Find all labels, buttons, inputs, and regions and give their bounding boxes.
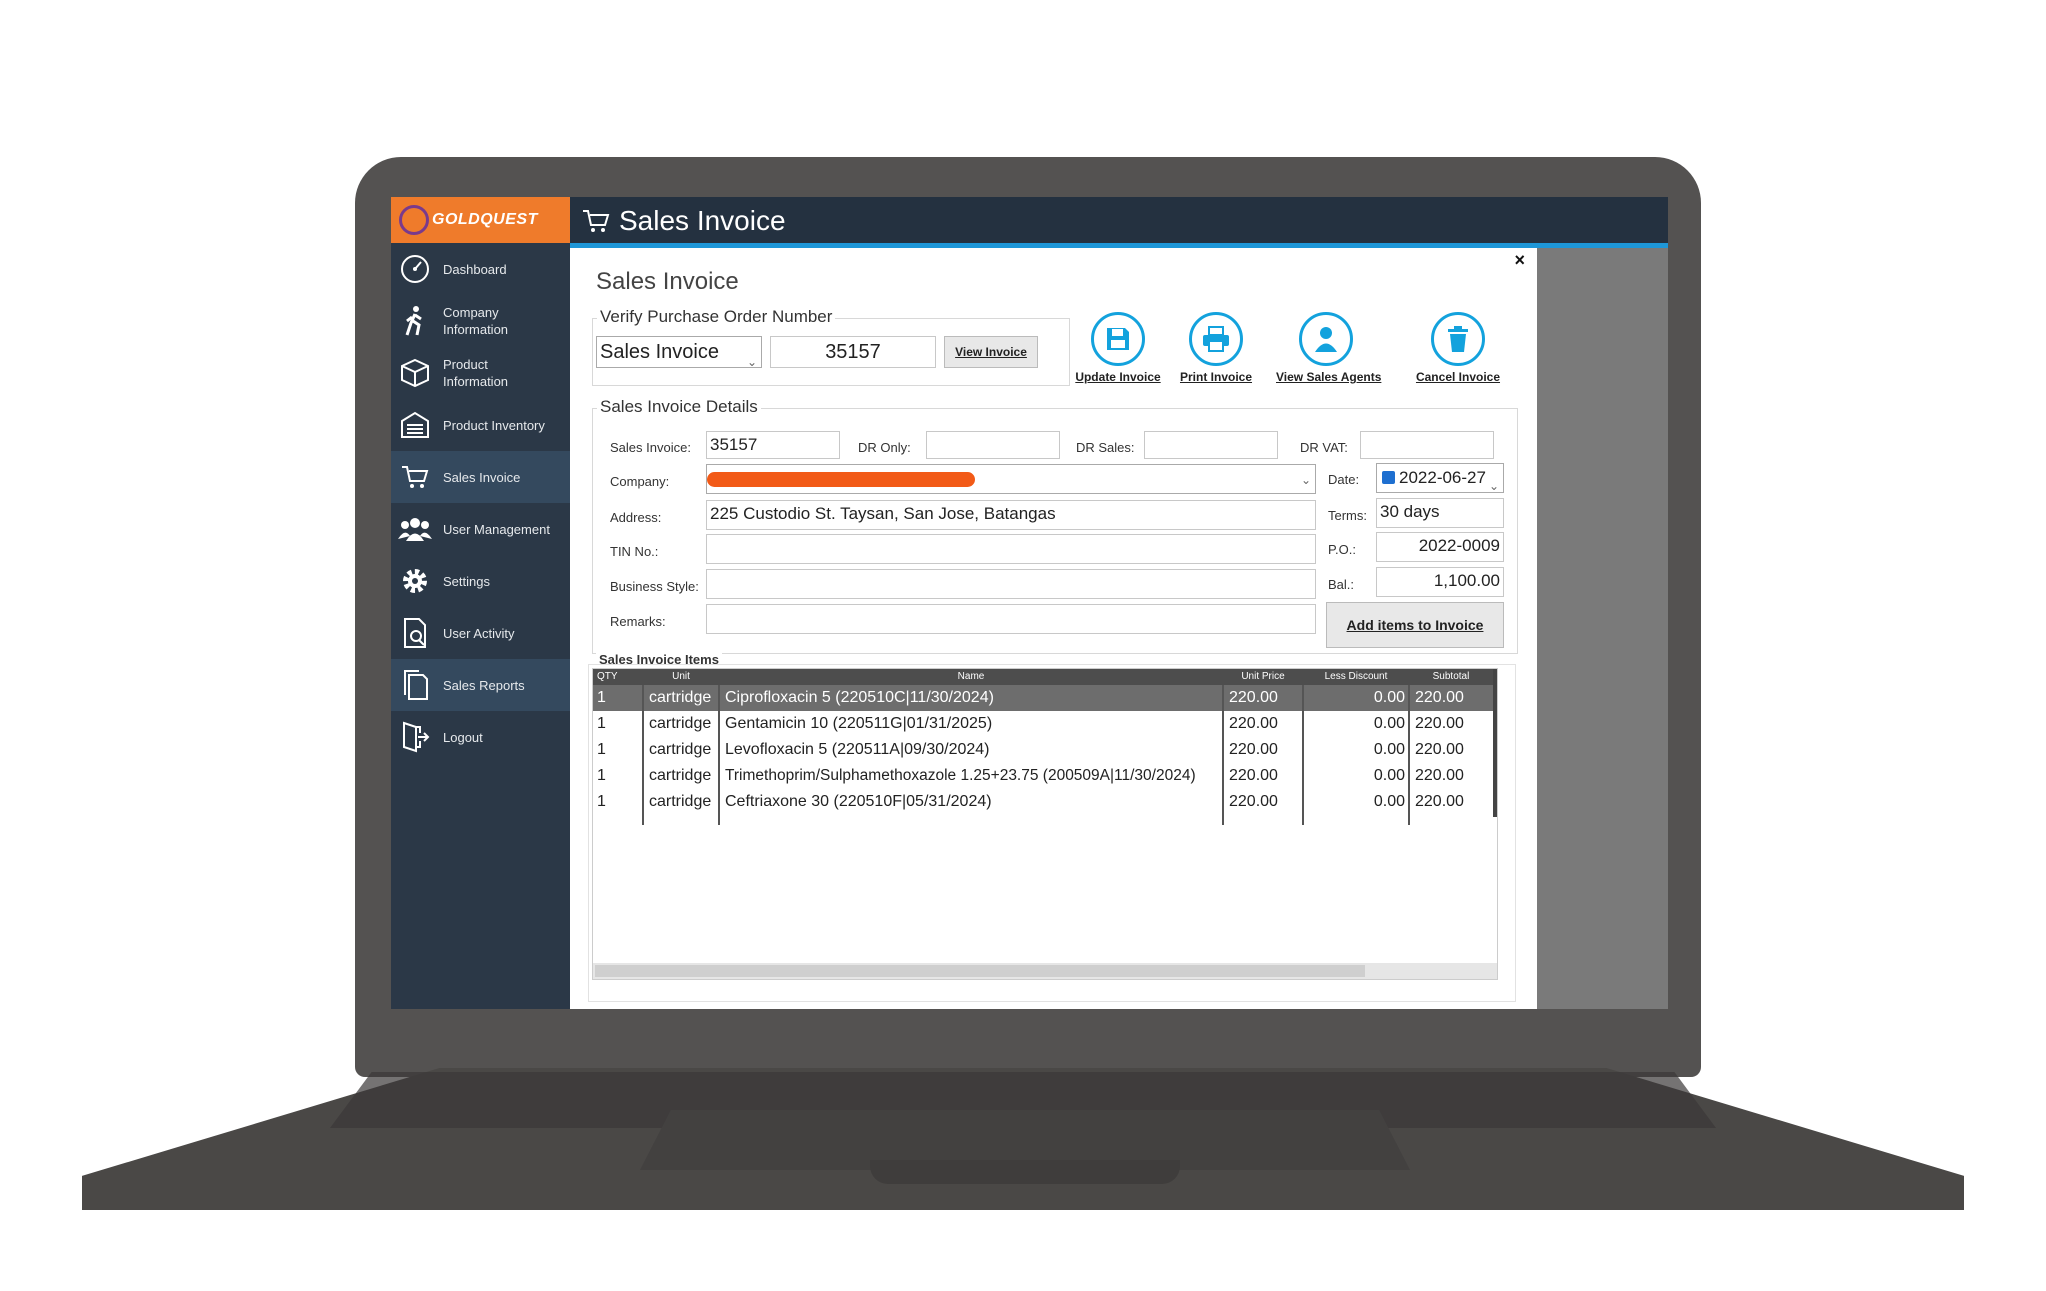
- sidebar-item-label: Product Inventory: [443, 417, 545, 433]
- bal-label: Bal.:: [1328, 577, 1355, 592]
- invoice-type-value: Sales Invoice: [600, 341, 719, 363]
- laptop-notch: [870, 1160, 1180, 1184]
- sales-invoice-label: Sales Invoice:: [610, 440, 691, 455]
- save-icon: [1091, 312, 1145, 366]
- cart-icon: [397, 459, 433, 495]
- chevron-down-icon: ⌄: [1300, 473, 1311, 487]
- sidebar-item-label: Dashboard: [443, 261, 507, 277]
- documents-icon: [397, 667, 433, 703]
- trash-icon: [1431, 312, 1485, 366]
- dr-vat-label: DR VAT:: [1300, 440, 1348, 455]
- box-icon: [397, 355, 433, 391]
- company-select[interactable]: ⌄: [706, 464, 1316, 494]
- chevron-down-icon: ⌄: [746, 355, 757, 369]
- app-screen: GOLDQUEST Sales Invoice Dashboard Compan…: [391, 197, 1668, 1009]
- add-items-to-invoice-button[interactable]: Add items to Invoice: [1326, 602, 1504, 648]
- invoice-type-select[interactable]: Sales Invoice ⌄: [596, 336, 762, 369]
- sales-invoice-panel: × Sales Invoice Verify Purchase Order Nu…: [570, 248, 1537, 1009]
- cancel-invoice-label: Cancel Invoice: [1415, 370, 1501, 384]
- date-picker[interactable]: 2022-06-27 ⌄: [1376, 463, 1504, 493]
- walking-person-icon: [397, 303, 433, 339]
- business-style-label: Business Style:: [610, 579, 699, 594]
- dashboard-icon: [397, 251, 433, 287]
- update-invoice-button[interactable]: Update Invoice: [1068, 312, 1168, 384]
- gear-icon: [397, 563, 433, 599]
- document-search-icon: [397, 615, 433, 651]
- dr-sales-field[interactable]: [1144, 431, 1278, 459]
- print-invoice-button[interactable]: Print Invoice: [1166, 312, 1266, 384]
- sidebar-item-label: Logout: [443, 729, 483, 745]
- brand-logo: GOLDQUEST: [391, 197, 570, 243]
- business-style-field[interactable]: [706, 569, 1316, 599]
- tin-label: TIN No.:: [610, 544, 659, 559]
- address-field[interactable]: 225 Custodio St. Taysan, San Jose, Batan…: [706, 500, 1316, 530]
- view-sales-agents-button[interactable]: View Sales Agents: [1276, 312, 1382, 384]
- tin-field[interactable]: [706, 534, 1316, 564]
- sidebar-item-sales-reports[interactable]: Sales Reports: [391, 659, 570, 711]
- terms-field[interactable]: 30 days: [1376, 498, 1504, 528]
- sidebar-item-label: Sales Invoice: [443, 469, 521, 485]
- date-label: Date:: [1328, 472, 1360, 487]
- view-invoice-button[interactable]: View Invoice: [944, 336, 1038, 368]
- dr-only-field[interactable]: [926, 431, 1060, 459]
- dr-vat-field[interactable]: [1360, 431, 1494, 459]
- printer-icon: [1189, 312, 1243, 366]
- sidebar-item-label: User Activity: [443, 625, 515, 641]
- remarks-field[interactable]: [706, 604, 1316, 634]
- dr-sales-label: DR Sales:: [1076, 440, 1135, 455]
- sidebar-item-sales-invoice[interactable]: Sales Invoice: [391, 451, 570, 503]
- verify-group-title: Verify Purchase Order Number: [597, 307, 836, 327]
- checkbox-icon[interactable]: [1382, 471, 1395, 485]
- sales-invoice-field[interactable]: 35157: [706, 431, 840, 459]
- terms-label: Terms:: [1328, 508, 1367, 523]
- print-invoice-label: Print Invoice: [1179, 370, 1253, 384]
- logout-icon: [397, 719, 433, 755]
- sidebar-item-label: User Management: [443, 521, 550, 537]
- warehouse-icon: [397, 407, 433, 443]
- sidebar-item-dashboard[interactable]: Dashboard: [391, 243, 570, 295]
- sidebar-item-user-activity[interactable]: User Activity: [391, 607, 570, 659]
- po-field[interactable]: 2022-0009: [1376, 532, 1504, 562]
- sidebar-item-product-inventory[interactable]: Product Inventory: [391, 399, 570, 451]
- sidebar: Dashboard Company Information Product In…: [391, 243, 570, 1009]
- sidebar-item-product-information[interactable]: Product Information: [391, 347, 570, 399]
- redaction-bar: [707, 472, 975, 487]
- sidebar-item-label: Settings: [443, 573, 490, 589]
- po-number-input[interactable]: 35157: [770, 336, 936, 368]
- title-bar: GOLDQUEST Sales Invoice: [391, 197, 1668, 243]
- sidebar-item-logout[interactable]: Logout: [391, 711, 570, 763]
- date-value: 2022-06-27: [1399, 468, 1486, 487]
- brand-name: GOLDQUEST: [432, 211, 538, 228]
- sidebar-item-company-information[interactable]: Company Information: [391, 295, 570, 347]
- sidebar-item-label: Sales Reports: [443, 677, 525, 693]
- chevron-down-icon: ⌄: [1488, 479, 1499, 493]
- balance-field[interactable]: 1,100.00: [1376, 567, 1504, 597]
- update-invoice-label: Update Invoice: [1075, 370, 1161, 384]
- window-title: Sales Invoice: [619, 205, 786, 236]
- logo-mark-icon: [399, 205, 429, 235]
- sidebar-item-settings[interactable]: Settings: [391, 555, 570, 607]
- address-label: Address:: [610, 510, 662, 525]
- cancel-invoice-button[interactable]: Cancel Invoice: [1408, 312, 1508, 384]
- close-icon[interactable]: ×: [1514, 250, 1525, 271]
- background-area: [1537, 243, 1668, 1009]
- sidebar-item-label: Company Information: [443, 305, 509, 337]
- dr-only-label: DR Only:: [858, 440, 911, 455]
- person-icon: [1299, 312, 1353, 366]
- items-group: [588, 664, 1516, 1002]
- users-icon: [397, 511, 433, 547]
- page-title: Sales Invoice: [596, 268, 739, 295]
- details-group-title: Sales Invoice Details: [597, 397, 761, 417]
- remarks-label: Remarks:: [610, 614, 666, 629]
- view-sales-agents-label: View Sales Agents: [1276, 370, 1382, 384]
- company-label: Company:: [610, 474, 670, 489]
- sidebar-item-user-management[interactable]: User Management: [391, 503, 570, 555]
- po-label: P.O.:: [1328, 542, 1356, 557]
- sidebar-item-label: Product Information: [443, 357, 509, 389]
- cart-icon: [583, 210, 610, 232]
